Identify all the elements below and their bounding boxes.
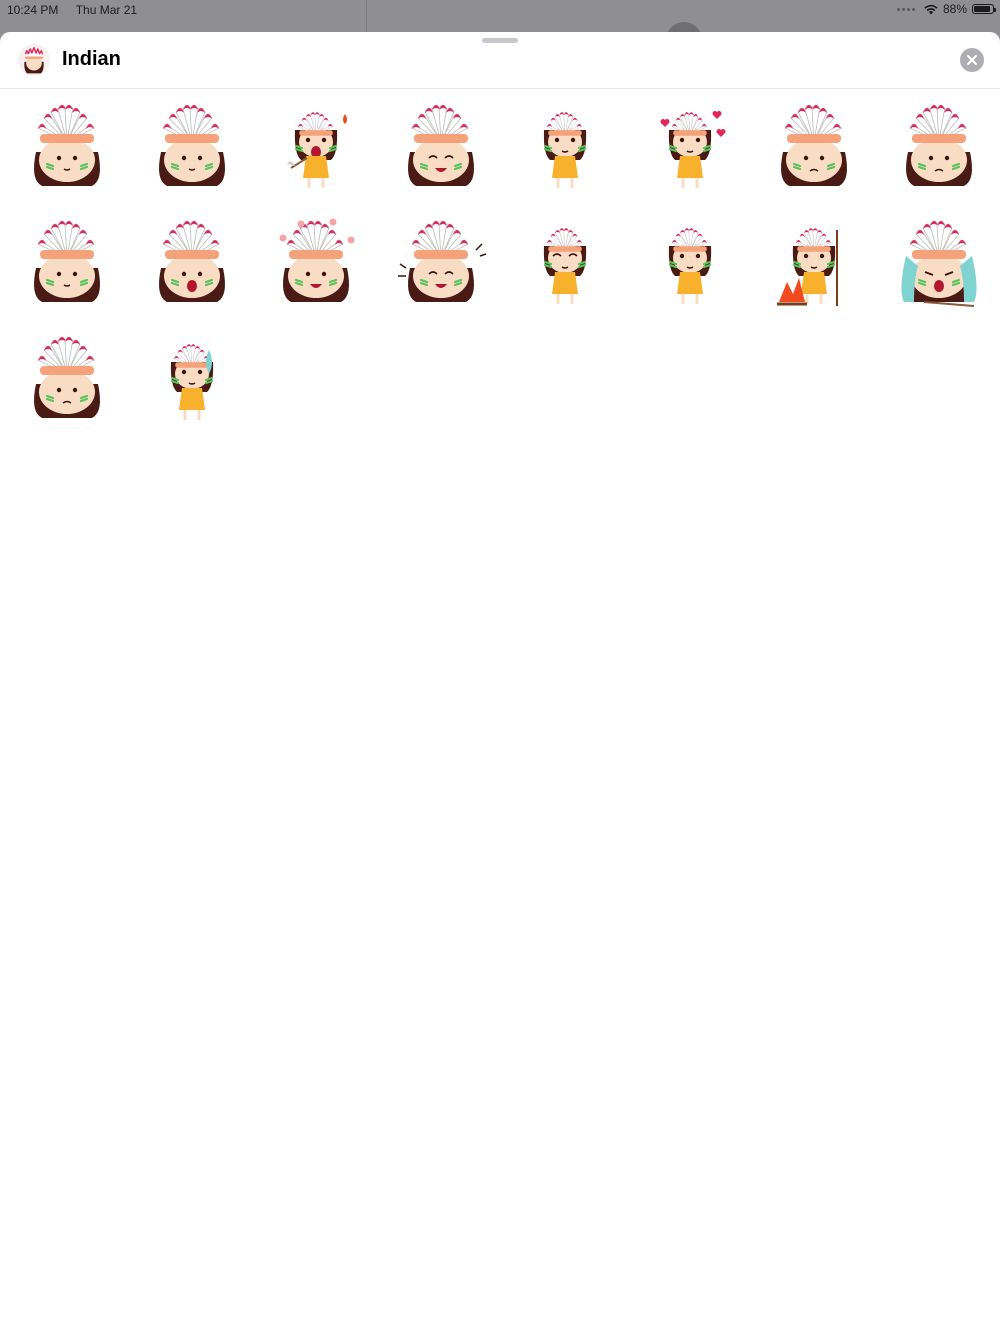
- status-left: 10:24 PM Thu Mar 21: [7, 3, 137, 17]
- sipping-sticker-image: [34, 104, 100, 186]
- signal-dots-icon: [896, 7, 915, 11]
- sticker-sipping[interactable]: [12, 94, 122, 194]
- battery-percent: 88%: [942, 2, 967, 16]
- sticker-hands-on-face[interactable]: [137, 94, 247, 194]
- in-love-sticker-image: [660, 111, 725, 188]
- indian-girl-sticker-icon: [18, 44, 50, 76]
- battery-icon: [972, 4, 996, 14]
- campfire-spear-sticker-image: [777, 227, 838, 306]
- grumpy-sticker-image: [781, 104, 847, 186]
- sticker-pack-title: Indian: [62, 48, 121, 70]
- sticker-sulking[interactable]: [884, 94, 994, 194]
- hands-on-face-sticker-image: [158, 104, 225, 186]
- wifi-icon: [924, 4, 938, 14]
- bored-sticker-image: [34, 336, 100, 418]
- sticker-crying[interactable]: [884, 210, 994, 310]
- sticker-flowers-laugh[interactable]: [261, 210, 371, 310]
- status-time: 10:24 PM: [7, 3, 59, 17]
- sticker-in-love[interactable]: [635, 94, 745, 194]
- sweating-sitting-sticker-image: [170, 343, 213, 420]
- arms-crossed-sticker-image: [543, 111, 587, 188]
- sheet-header: Indian: [0, 32, 1000, 89]
- sticker-thinking[interactable]: [635, 210, 745, 310]
- thinking-sticker-image: [668, 227, 711, 304]
- sticker-sheet: Indian: [0, 32, 1000, 1334]
- close-button[interactable]: [960, 48, 984, 72]
- sticker-campfire-spear[interactable]: [759, 210, 869, 310]
- angry-with-axe-sticker-image: [287, 111, 347, 188]
- status-date: Thu Mar 21: [75, 3, 138, 17]
- standing-shy-sticker-image: [543, 227, 587, 304]
- battery-fill: [974, 6, 990, 12]
- sticker-shocked[interactable]: [137, 210, 247, 310]
- unimpressed-sticker-image: [34, 220, 100, 302]
- close-icon: [967, 55, 977, 65]
- sticker-bored[interactable]: [12, 326, 122, 426]
- crying-sticker-image: [900, 220, 977, 307]
- sticker-angry-with-axe[interactable]: [261, 94, 371, 194]
- sticker-unimpressed[interactable]: [12, 210, 122, 310]
- shocked-sticker-image: [158, 220, 225, 302]
- sticker-grumpy[interactable]: [759, 94, 869, 194]
- status-right: 88%: [896, 2, 996, 16]
- sulking-sticker-image: [905, 104, 972, 186]
- background-split-divider: [366, 0, 367, 32]
- happy-wink-sticker-image: [407, 104, 474, 186]
- sticker-standing-shy[interactable]: [510, 210, 620, 310]
- sticker-laughing[interactable]: [386, 210, 496, 310]
- laughing-sticker-image: [397, 220, 486, 302]
- sticker-happy-wink[interactable]: [386, 94, 496, 194]
- sticker-sweating-sitting[interactable]: [137, 326, 247, 426]
- sticker-arms-crossed[interactable]: [510, 94, 620, 194]
- status-bar: 10:24 PM Thu Mar 21 88%: [0, 0, 1000, 20]
- flowers-laugh-sticker-image: [279, 218, 355, 302]
